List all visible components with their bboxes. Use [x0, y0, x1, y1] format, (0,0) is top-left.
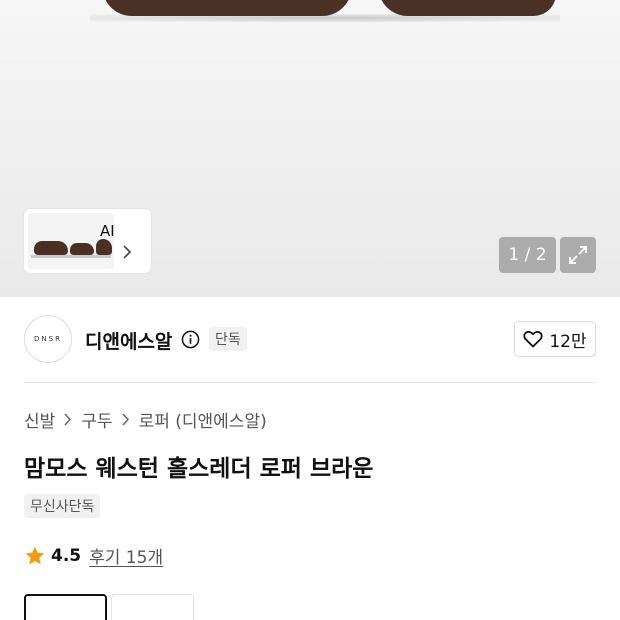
- rating-value: 4.5: [51, 545, 82, 566]
- heart-icon: [523, 331, 543, 348]
- expand-icon: [569, 246, 587, 264]
- breadcrumb-item-dress-shoes[interactable]: 구두: [81, 407, 112, 432]
- exclusive-badge: 단독: [209, 327, 247, 351]
- breadcrumb-item-loafer[interactable]: 로퍼 (디앤에스알): [139, 407, 267, 432]
- breadcrumb-item-shoes[interactable]: 신발: [24, 407, 55, 432]
- chevron-right-icon: [64, 413, 72, 426]
- option-thumbnail[interactable]: [111, 594, 194, 620]
- chevron-right-icon: [123, 245, 132, 259]
- brand-logo[interactable]: DNSR: [24, 315, 72, 363]
- option-thumbnail-selected[interactable]: [24, 594, 107, 620]
- chevron-right-icon: [122, 413, 129, 426]
- ai-label: AI: [100, 222, 115, 240]
- brand-name[interactable]: 디앤에스알: [85, 327, 172, 354]
- image-counter: 1 / 2: [499, 237, 556, 273]
- shoe-image-right: [378, 0, 556, 16]
- shoe-image-left: [102, 0, 352, 16]
- rating-row: 4.5 후기 15개: [24, 543, 163, 568]
- expand-button[interactable]: [560, 237, 596, 273]
- divider: [24, 382, 596, 383]
- breadcrumb: 신발 구두 로퍼 (디앤에스알): [24, 407, 267, 432]
- ai-thumbnail-card[interactable]: [24, 209, 151, 273]
- product-image-gallery[interactable]: AI 1 / 2: [0, 0, 620, 297]
- info-icon[interactable]: [181, 330, 200, 349]
- like-button[interactable]: 12만: [514, 321, 596, 357]
- review-link[interactable]: 후기 15개: [89, 543, 163, 568]
- like-count: 12만: [549, 331, 587, 352]
- musinsa-exclusive-badge: 무신사단독: [24, 494, 101, 518]
- star-icon: [25, 546, 45, 564]
- product-title: 맘모스 웨스턴 홀스레더 로퍼 브라운: [24, 456, 374, 482]
